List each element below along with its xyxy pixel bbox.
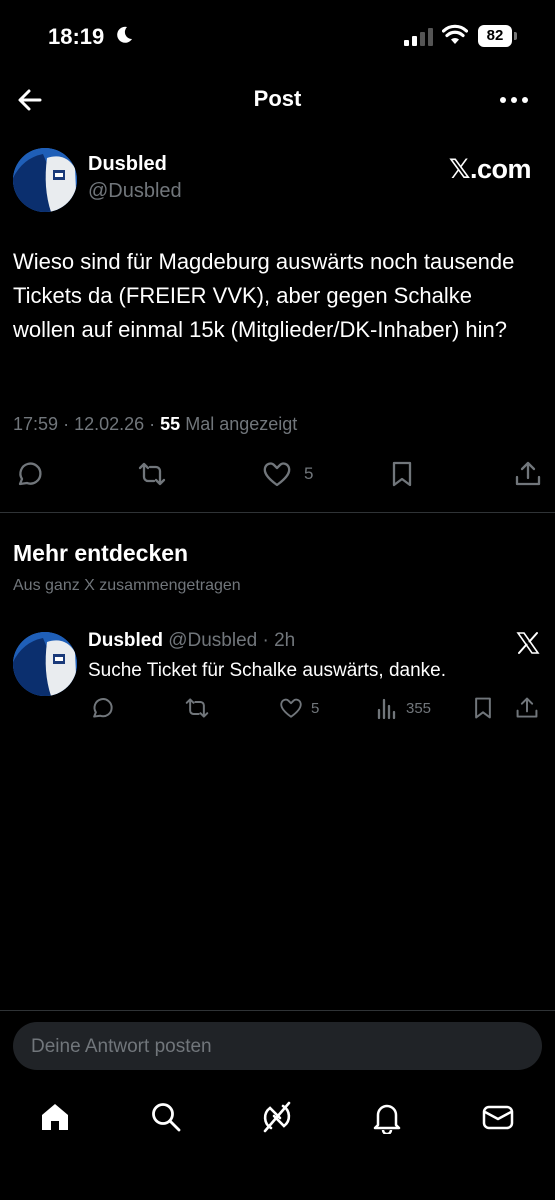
author-name[interactable]: Dusbled bbox=[88, 153, 167, 176]
view-count-label: Mal angezeigt bbox=[185, 414, 298, 434]
bookmark-icon bbox=[392, 461, 412, 487]
repost-button[interactable] bbox=[137, 460, 167, 488]
author-handle[interactable]: @Dusbled bbox=[88, 180, 182, 203]
home-icon[interactable] bbox=[38, 1100, 72, 1134]
notifications-icon[interactable] bbox=[370, 1100, 404, 1134]
share-icon bbox=[516, 697, 538, 718]
post-time: 17:59 bbox=[13, 414, 59, 434]
view-count: 55 bbox=[160, 414, 181, 434]
recommended-views-button[interactable]: 355 bbox=[376, 696, 431, 720]
section-subtitle: Aus ganz X zusammengetragen bbox=[13, 577, 241, 594]
recommended-author-name: Dusbled bbox=[88, 630, 163, 651]
heart-icon bbox=[280, 698, 302, 718]
bookmark-button[interactable] bbox=[390, 460, 414, 488]
recommended-share-button[interactable] bbox=[515, 696, 539, 720]
status-time: 18:19 bbox=[48, 24, 105, 49]
post-meta: 17:59 · 12.02.26 · 55 Mal angezeigt bbox=[13, 414, 297, 435]
search-icon[interactable] bbox=[149, 1100, 183, 1134]
reply-input[interactable]: Deine Antwort posten bbox=[13, 1022, 542, 1070]
messages-icon[interactable] bbox=[481, 1100, 515, 1134]
more-options-icon[interactable] bbox=[498, 88, 530, 112]
bottom-tab-bar bbox=[0, 1090, 555, 1144]
repost-icon bbox=[138, 462, 166, 486]
grok-icon[interactable] bbox=[260, 1100, 294, 1134]
recommended-reply-button[interactable] bbox=[89, 696, 113, 720]
cellular-signal-icon bbox=[404, 28, 433, 46]
share-button[interactable] bbox=[514, 460, 542, 488]
post-date: 12.02.26 bbox=[74, 414, 145, 434]
like-count: 5 bbox=[304, 464, 314, 483]
recommended-like-button[interactable]: 5 bbox=[279, 696, 319, 720]
x-logo-icon bbox=[516, 632, 540, 654]
battery-indicator: 82 bbox=[478, 25, 512, 47]
views-chart-icon bbox=[377, 698, 396, 720]
recommended-author-meta: @Dusbled · 2h bbox=[168, 630, 296, 651]
section-title: Mehr entdecken bbox=[13, 540, 189, 566]
xcom-watermark: 𝕏.com bbox=[448, 154, 532, 184]
divider bbox=[0, 1010, 555, 1011]
battery-tip bbox=[514, 32, 517, 40]
status-bar: 18:19 82 bbox=[0, 0, 555, 72]
reply-button[interactable] bbox=[14, 460, 42, 488]
avatar[interactable] bbox=[13, 148, 77, 212]
recommended-author[interactable]: Dusbled @Dusbled · 2h bbox=[88, 630, 295, 652]
recommended-bookmark-button[interactable] bbox=[472, 696, 494, 720]
divider bbox=[0, 512, 555, 513]
reply-placeholder: Deine Antwort posten bbox=[31, 1036, 212, 1057]
nav-header: Post bbox=[0, 72, 555, 128]
heart-icon bbox=[263, 462, 291, 487]
page-title: Post bbox=[253, 86, 302, 111]
bookmark-icon bbox=[475, 697, 491, 719]
meta-separator: · bbox=[63, 414, 75, 434]
like-button[interactable]: 5 bbox=[262, 460, 313, 488]
recommended-like-count: 5 bbox=[311, 699, 320, 717]
moon-icon bbox=[117, 26, 132, 43]
post-text: Wieso sind für Magdeburg auswärts noch t… bbox=[13, 249, 515, 342]
recommended-post-text[interactable]: Suche Ticket für Schalke auswärts, danke… bbox=[88, 660, 446, 682]
wifi-icon bbox=[442, 24, 468, 44]
meta-separator: · bbox=[149, 414, 161, 434]
recommended-repost-button[interactable] bbox=[184, 696, 210, 720]
share-icon bbox=[515, 461, 541, 486]
reply-icon bbox=[93, 698, 113, 718]
reply-icon bbox=[18, 462, 42, 486]
repost-icon bbox=[185, 698, 209, 718]
recommended-avatar[interactable] bbox=[13, 632, 77, 696]
recommended-view-count: 355 bbox=[406, 699, 432, 717]
